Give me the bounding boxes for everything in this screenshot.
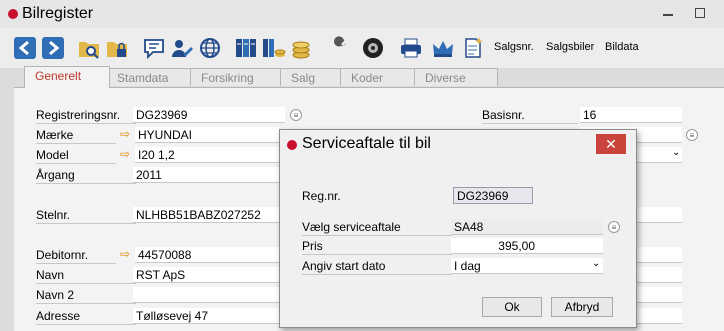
label-underline: [302, 235, 452, 236]
tab-diverse[interactable]: Diverse: [414, 68, 498, 86]
registreringsnr-label: Registreringsnr.: [36, 108, 121, 122]
binders-icon[interactable]: [233, 35, 259, 61]
right-field-debitor[interactable]: [635, 247, 682, 263]
back-arrow-icon[interactable]: [12, 35, 38, 61]
serviceaftale-label: Vælg serviceaftale: [302, 220, 401, 234]
new-document-icon[interactable]: [460, 35, 486, 61]
dialog-app-icon: [287, 140, 297, 150]
registreringsnr-field[interactable]: DG23969: [133, 107, 285, 123]
maerke-field[interactable]: HYUNDAI: [135, 127, 279, 143]
basisnr-field[interactable]: 16: [580, 107, 682, 123]
label-underline: [36, 223, 136, 224]
chevron-down-icon[interactable]: ⌄: [672, 147, 680, 158]
folder-lock-icon[interactable]: [104, 35, 130, 61]
label-underline: [36, 163, 116, 164]
right-field-adresse[interactable]: [635, 308, 682, 324]
printer-icon[interactable]: [398, 35, 424, 61]
label-underline: [302, 254, 452, 255]
navn2-field[interactable]: [133, 287, 279, 303]
debitornr-link-arrow-icon[interactable]: ⇨: [120, 247, 130, 261]
user-edit-icon[interactable]: [169, 35, 195, 61]
label-underline: [302, 274, 452, 275]
title-bar: Bilregister: [0, 0, 724, 28]
label-underline: [36, 324, 136, 325]
navn-field[interactable]: RST ApS: [133, 267, 279, 283]
right-field-navn2[interactable]: [635, 287, 682, 303]
maerke-link-arrow-icon[interactable]: ⇨: [120, 127, 130, 141]
aargang-field[interactable]: 2011: [133, 167, 279, 183]
maerke-label: Mærke: [36, 128, 74, 142]
ok-button[interactable]: Ok: [482, 297, 542, 317]
salgsbiler-button[interactable]: Salgsbiler: [546, 41, 594, 53]
app-icon: [8, 9, 18, 19]
salgsnr-button[interactable]: Salgsnr.: [494, 41, 534, 53]
basisnr-label: Basisnr.: [482, 108, 525, 122]
debitornr-label: Debitornr.: [36, 248, 89, 262]
wrench-icon[interactable]: [326, 35, 352, 61]
model-field[interactable]: I20 1,2: [135, 147, 279, 163]
serviceaftale-dialog: Serviceaftale til bil ✕ Reg.nr. DG23969 …: [279, 129, 637, 328]
tab-forsikring[interactable]: Forsikring: [190, 68, 282, 86]
globe-icon[interactable]: [197, 35, 223, 61]
label-underline: [36, 123, 136, 124]
close-icon[interactable]: ✕: [596, 134, 626, 154]
chevron-down-icon[interactable]: ⌄: [592, 258, 600, 269]
regnr-label: Reg.nr.: [302, 189, 341, 203]
window-title: Bilregister: [22, 5, 94, 22]
label-underline: [36, 143, 116, 144]
label-underline: [36, 183, 136, 184]
model-link-arrow-icon[interactable]: ⇨: [120, 147, 130, 161]
adresse-field[interactable]: Tølløsevej 47: [133, 308, 279, 324]
pris-label: Pris: [302, 239, 323, 253]
serviceaftale-field[interactable]: SA48: [451, 219, 603, 235]
startdato-select[interactable]: I dag: [451, 258, 603, 274]
folder-search-icon[interactable]: [76, 35, 102, 61]
bildata-button[interactable]: Bildata: [605, 41, 639, 53]
adresse-label: Adresse: [36, 309, 81, 323]
right-lookup-icon[interactable]: ≡: [686, 129, 698, 141]
tab-stamdata[interactable]: Stamdata: [106, 68, 192, 86]
label-underline: [36, 283, 136, 284]
model-label: Model: [36, 148, 69, 162]
maximize-icon[interactable]: [695, 8, 705, 18]
serviceaftale-lookup-icon[interactable]: ≡: [608, 221, 620, 233]
stelnr-field[interactable]: NLHBB51BABZ027252: [133, 207, 279, 223]
right-field-stel[interactable]: [635, 207, 682, 223]
comment-icon[interactable]: [141, 35, 167, 61]
dialog-title: Serviceaftale til bil: [302, 135, 431, 152]
stelnr-label: Stelnr.: [36, 208, 71, 222]
navn2-label: Navn 2: [36, 288, 75, 302]
label-underline: [36, 263, 116, 264]
cancel-button[interactable]: Afbryd: [551, 297, 613, 317]
regnr-field: DG23969: [453, 187, 533, 204]
tab-generelt[interactable]: Generelt: [24, 66, 110, 88]
tire-icon[interactable]: [360, 35, 386, 61]
aargang-label: Årgang: [36, 168, 75, 182]
forward-arrow-icon[interactable]: [40, 35, 66, 61]
crown-icon[interactable]: [430, 35, 456, 61]
registreringsnr-lookup-icon[interactable]: ≡: [290, 109, 302, 121]
startdato-label: Angiv start dato: [302, 259, 386, 273]
coins-icon[interactable]: [288, 35, 314, 61]
binders-coins-icon[interactable]: [261, 35, 287, 61]
label-underline: [36, 303, 136, 304]
pris-field[interactable]: 395,00: [451, 238, 603, 254]
toolbar: Salgsnr. Salgsbiler Bildata: [0, 28, 724, 68]
minimize-icon[interactable]: [663, 14, 673, 16]
label-underline: [482, 123, 578, 124]
debitornr-field[interactable]: 44570088: [135, 247, 279, 263]
navn-label: Navn: [36, 268, 65, 282]
right-field-navn[interactable]: [635, 267, 682, 283]
